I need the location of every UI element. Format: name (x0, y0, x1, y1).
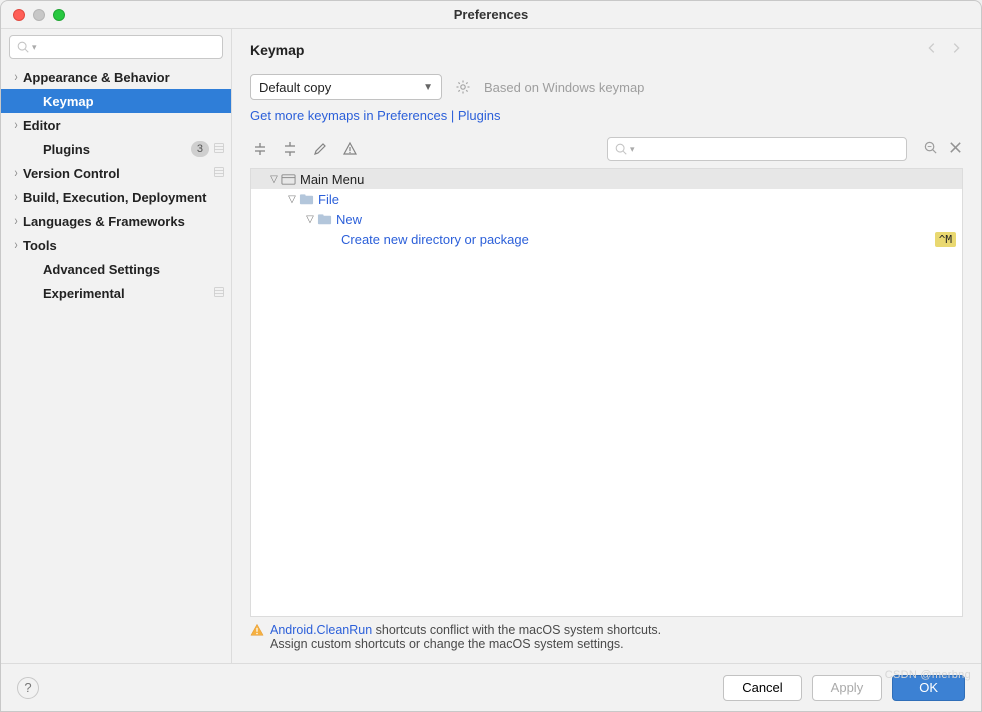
close-icon (948, 140, 963, 155)
pencil-icon (312, 141, 328, 157)
sidebar-item-keymap[interactable]: Keymap (1, 89, 231, 113)
sidebar-item-editor[interactable]: ›Editor (1, 113, 231, 137)
chevron-right-icon: › (9, 237, 23, 252)
show-conflicts-button[interactable] (340, 139, 360, 159)
folder-icon (299, 192, 314, 207)
keymap-settings-button[interactable] (452, 76, 474, 98)
get-more-keymaps-link[interactable]: Get more keymaps in Preferences | Plugin… (250, 108, 501, 123)
chevron-down-icon: ▼ (423, 82, 433, 93)
cancel-button[interactable]: Cancel (723, 675, 801, 701)
search-icon (16, 40, 30, 54)
keymap-select[interactable]: Default copy ▼ (250, 74, 442, 100)
apply-button[interactable]: Apply (812, 675, 883, 701)
nav-back-icon[interactable] (925, 41, 939, 58)
help-button[interactable]: ? (17, 677, 39, 699)
conflict-action-link[interactable]: Android.CleanRun (270, 623, 372, 637)
sidebar-item-version-control[interactable]: ›Version Control (1, 161, 231, 185)
sidebar-item-label: Version Control (23, 166, 213, 181)
titlebar: Preferences (1, 1, 981, 29)
warning-icon (250, 623, 264, 637)
chevron-right-icon: › (9, 165, 23, 180)
chevron-down-icon: ▽ (303, 214, 317, 225)
conflict-warning-text: shortcuts conflict with the macOS system… (372, 623, 661, 637)
find-by-shortcut-button[interactable] (923, 140, 938, 158)
chevron-down-icon: ▽ (267, 174, 281, 185)
nav-forward-icon[interactable] (949, 41, 963, 58)
shortcut-badge: ^M (935, 232, 956, 247)
expand-all-button[interactable] (250, 139, 270, 159)
sidebar-item-build-execution-deployment[interactable]: ›Build, Execution, Deployment (1, 185, 231, 209)
warning-icon (342, 141, 358, 157)
sidebar-item-label: Build, Execution, Deployment (23, 190, 225, 205)
edit-shortcut-button[interactable] (310, 139, 330, 159)
sidebar-item-label: Languages & Frameworks (23, 214, 225, 229)
ok-button[interactable]: OK (892, 675, 965, 701)
tree-label: New (336, 212, 362, 227)
tree-node-main-menu[interactable]: ▽ Main Menu (251, 169, 962, 189)
folder-icon (317, 212, 332, 227)
action-search-input[interactable]: ▾ (607, 137, 907, 161)
sidebar-search-input[interactable]: ▾ (9, 35, 223, 59)
based-on-label: Based on Windows keymap (484, 80, 644, 95)
sidebar-item-label: Advanced Settings (43, 262, 225, 277)
chevron-right-icon: › (9, 117, 23, 132)
chevron-right-icon: › (9, 189, 23, 204)
tree-node-create-directory[interactable]: Create new directory or package ^M (251, 229, 962, 249)
window-maximize-button[interactable] (53, 9, 65, 21)
project-level-icon (213, 286, 225, 301)
clear-search-button[interactable] (948, 140, 963, 158)
sidebar-item-label: Tools (23, 238, 225, 253)
expand-all-icon (252, 141, 268, 157)
chevron-down-icon: ▾ (630, 144, 635, 155)
gear-icon (455, 79, 471, 95)
sidebar-item-label: Experimental (43, 286, 213, 301)
window-minimize-button[interactable] (33, 9, 45, 21)
project-level-icon (213, 166, 225, 181)
sidebar-item-label: Editor (23, 118, 225, 133)
sidebar-item-plugins[interactable]: Plugins3 (1, 137, 231, 161)
chevron-right-icon: › (9, 213, 23, 228)
tree-label: File (318, 192, 339, 207)
window-title: Preferences (1, 7, 981, 22)
sidebar-item-advanced-settings[interactable]: Advanced Settings (1, 257, 231, 281)
sidebar-item-label: Appearance & Behavior (23, 70, 225, 85)
sidebar-item-tools[interactable]: ›Tools (1, 233, 231, 257)
update-count-badge: 3 (191, 141, 209, 157)
page-title: Keymap (250, 42, 925, 58)
tree-label: Create new directory or package (341, 232, 529, 247)
find-shortcut-icon (923, 140, 938, 155)
search-icon (614, 142, 628, 156)
chevron-down-icon: ▾ (32, 42, 37, 53)
collapse-all-icon (282, 141, 298, 157)
window-close-button[interactable] (13, 9, 25, 21)
keymap-select-value: Default copy (259, 80, 423, 95)
collapse-all-button[interactable] (280, 139, 300, 159)
sidebar-item-languages-frameworks[interactable]: ›Languages & Frameworks (1, 209, 231, 233)
chevron-down-icon: ▽ (285, 194, 299, 205)
sidebar-item-label: Keymap (43, 94, 225, 109)
chevron-right-icon: › (9, 69, 23, 84)
tree-node-file[interactable]: ▽ File (251, 189, 962, 209)
conflict-warning-hint: Assign custom shortcuts or change the ma… (250, 637, 963, 651)
tree-node-new[interactable]: ▽ New (251, 209, 962, 229)
menu-icon (281, 172, 296, 187)
sidebar-item-experimental[interactable]: Experimental (1, 281, 231, 305)
sidebar-item-label: Plugins (43, 142, 191, 157)
preferences-sidebar: ▾ ›Appearance & BehaviorKeymap›EditorPlu… (1, 29, 232, 663)
sidebar-item-appearance-behavior[interactable]: ›Appearance & Behavior (1, 65, 231, 89)
project-level-icon (213, 142, 225, 157)
tree-label: Main Menu (300, 172, 364, 187)
